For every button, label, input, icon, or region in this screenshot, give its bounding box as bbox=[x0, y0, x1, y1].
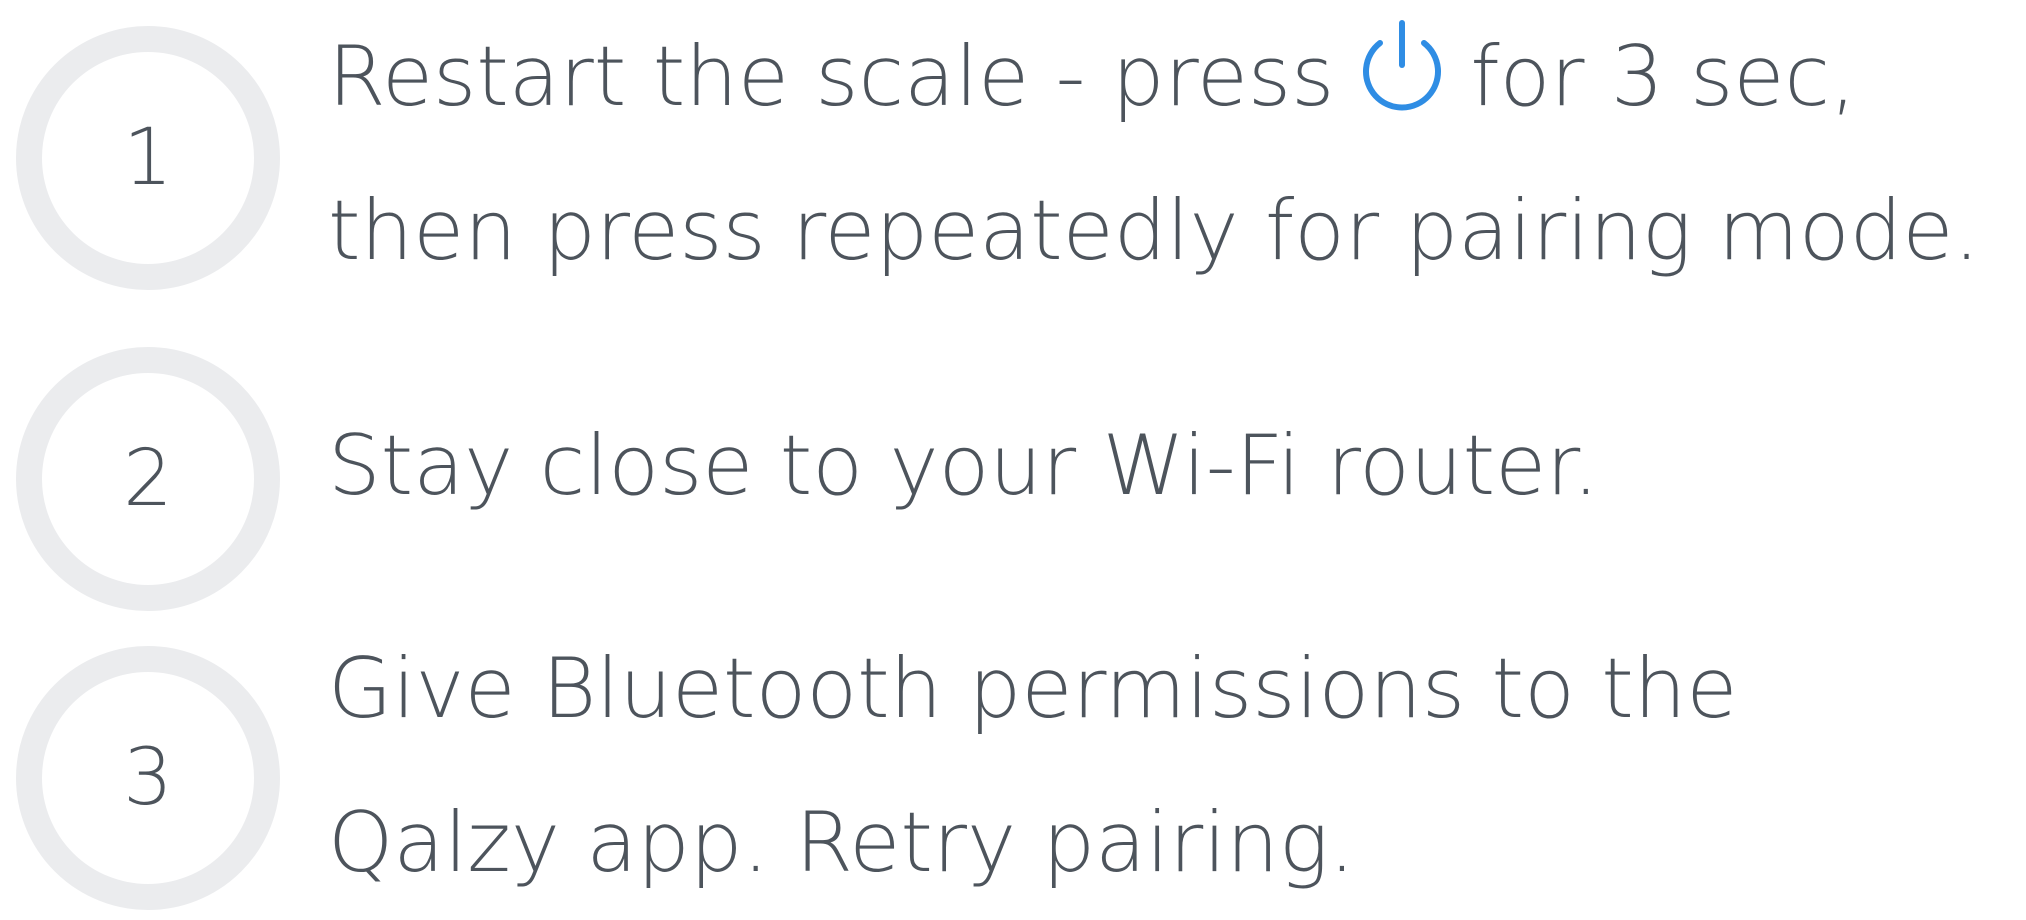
step-3-number: 3 bbox=[123, 733, 173, 823]
step-1-circle: 1 bbox=[16, 26, 280, 290]
step-2-circle: 2 bbox=[16, 347, 280, 611]
step-3-line-1: Give Bluetooth permissions to the bbox=[328, 640, 1738, 737]
power-icon bbox=[1363, 20, 1442, 111]
step-1-text-after-icon: for 3 sec, bbox=[1470, 28, 1857, 125]
step-2-number: 2 bbox=[123, 434, 173, 524]
step-1-text: Restart the scale - press for 3 sec, the… bbox=[328, 0, 2018, 308]
step-3-circle: 3 bbox=[16, 646, 280, 910]
step-2-text: Stay close to your Wi-Fi router. bbox=[328, 389, 2018, 543]
step-1-text-before-icon: Restart the scale - press bbox=[328, 28, 1335, 125]
step-1-line-1: Restart the scale - press for 3 sec, bbox=[328, 0, 2018, 154]
step-2-line-1: Stay close to your Wi-Fi router. bbox=[328, 417, 1600, 514]
step-1-number: 1 bbox=[123, 113, 173, 203]
step-3-text: Give Bluetooth permissions to the Qalzy … bbox=[328, 612, 2018, 920]
step-3-line-2: Qalzy app. Retry pairing. bbox=[328, 794, 1356, 891]
step-1-line-2: then press repeatedly for pairing mode. bbox=[328, 182, 1980, 279]
